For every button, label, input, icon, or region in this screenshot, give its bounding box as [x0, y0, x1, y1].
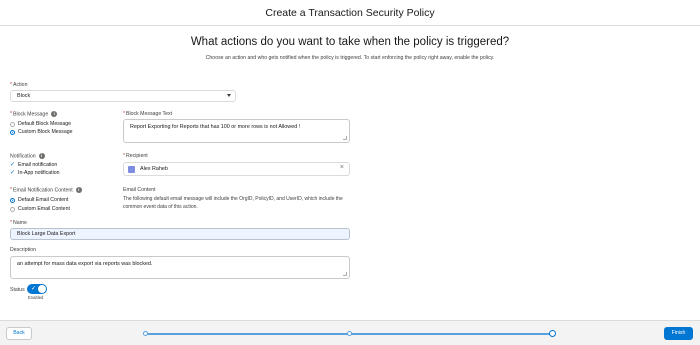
radio-button-selected[interactable] — [10, 129, 15, 135]
recipient-name: Alex Raheb — [140, 166, 168, 172]
checkbox-email-notification[interactable]: ✓ Email notification — [10, 162, 57, 169]
finish-button[interactable]: Finish — [664, 327, 693, 340]
progress-step-3-current[interactable] — [549, 330, 556, 337]
radio-default-email-content[interactable]: Default Email Content — [10, 197, 68, 203]
info-icon[interactable]: i — [51, 111, 58, 117]
progress-step-1[interactable] — [143, 331, 148, 336]
checkmark-icon[interactable]: ✓ — [10, 162, 15, 168]
chevron-down-icon — [227, 94, 231, 97]
status-toggle[interactable]: ✓ — [27, 284, 47, 294]
progress-step-2[interactable] — [347, 331, 352, 336]
back-button[interactable]: Back — [6, 327, 32, 340]
radio-button-selected[interactable] — [10, 197, 15, 203]
close-icon[interactable]: × — [340, 164, 344, 171]
notification-label: Notification i — [10, 153, 45, 159]
checkmark-icon[interactable]: ✓ — [10, 170, 15, 176]
email-content-description: The following default email message will… — [123, 196, 343, 210]
user-icon — [128, 166, 135, 173]
action-label: *Action — [10, 82, 28, 88]
section-subtitle: Choose an action and who gets notified w… — [205, 55, 495, 61]
description-label: Description — [10, 247, 36, 253]
radio-default-block-message[interactable]: Default Block Message — [10, 121, 71, 127]
name-input[interactable]: Block Large Data Export — [10, 228, 350, 240]
action-select[interactable]: Block — [10, 90, 236, 102]
block-message-label: *Block Message i — [10, 111, 58, 117]
info-icon[interactable]: i — [75, 187, 82, 193]
toggle-knob — [38, 285, 46, 293]
block-message-text-label: *Block Message Text — [123, 111, 173, 117]
modal-body: What actions do you want to take when th… — [0, 26, 700, 320]
radio-button[interactable] — [10, 121, 15, 127]
info-icon[interactable]: i — [38, 153, 45, 159]
action-select-value: Block — [17, 93, 31, 99]
modal-title: Create a Transaction Security Policy — [265, 7, 435, 19]
modal-header: Create a Transaction Security Policy — [0, 0, 700, 26]
checkmark-icon: ✓ — [31, 286, 37, 292]
email-content-label: *Email Notification Content i — [10, 187, 82, 193]
status-label: Status — [10, 287, 25, 293]
block-message-text-area[interactable]: Report Exporting for Reports that has 10… — [123, 119, 350, 143]
resize-handle-icon[interactable] — [343, 136, 347, 140]
section-title: What actions do you want to take when th… — [190, 36, 510, 48]
status-toggle-text: Enabled — [28, 295, 44, 300]
radio-custom-email-content[interactable]: Custom Email Content — [10, 206, 70, 212]
radio-custom-block-message[interactable]: Custom Block Message — [10, 129, 73, 135]
name-label: *Name — [10, 220, 27, 226]
email-content-heading: Email Content — [123, 187, 156, 193]
checkbox-in-app-notification[interactable]: ✓ In-App notification — [10, 170, 60, 177]
resize-handle-icon[interactable] — [343, 272, 347, 276]
modal-footer: Back Finish — [0, 320, 700, 345]
recipient-label: *Recipient — [123, 153, 148, 159]
description-text-area[interactable]: an attempt for mass data export via repo… — [10, 256, 350, 279]
radio-button[interactable] — [10, 206, 15, 212]
policy-modal: Create a Transaction Security Policy Wha… — [0, 0, 700, 345]
recipient-field[interactable]: Alex Raheb × — [123, 162, 350, 176]
